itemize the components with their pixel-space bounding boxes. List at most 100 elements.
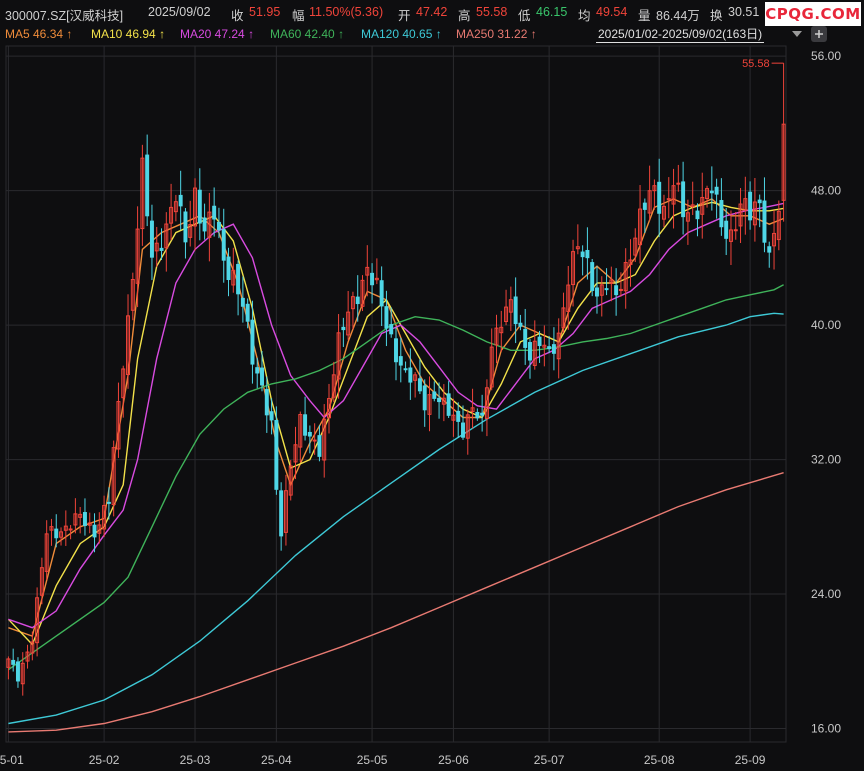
candle-body bbox=[264, 389, 269, 416]
candle-body bbox=[417, 378, 422, 392]
date-range-selector[interactable]: 2025/01/02-2025/09/02(163日) bbox=[596, 25, 765, 43]
candle-body bbox=[212, 205, 217, 220]
candle-body bbox=[274, 420, 279, 490]
y-tick-label: 24.00 bbox=[811, 587, 841, 601]
candle-body bbox=[642, 202, 647, 210]
low-label: 低 bbox=[518, 9, 531, 23]
candle-body bbox=[475, 411, 480, 419]
candle-body bbox=[523, 328, 528, 348]
candle-body bbox=[408, 367, 413, 383]
candle-body bbox=[614, 285, 619, 296]
candle-body bbox=[724, 220, 729, 239]
candle-body bbox=[82, 512, 87, 526]
candle-body bbox=[202, 217, 207, 232]
turn-value: 30.51 bbox=[728, 5, 760, 19]
candle-body bbox=[255, 367, 260, 374]
high-label: 高 bbox=[458, 9, 471, 23]
ma10-legend: MA10 46.94 ↑ bbox=[91, 27, 165, 41]
ma60-arrow-icon: ↑ bbox=[338, 27, 345, 41]
close-label: 收 bbox=[231, 9, 244, 23]
x-tick-label: 25-06 bbox=[438, 753, 469, 767]
quote-header: 300007.SZ[汉威科技] 2025/09/02 收 51.95 幅 11.… bbox=[0, 0, 864, 24]
close-value: 51.95 bbox=[249, 5, 281, 19]
candle-body bbox=[398, 356, 403, 366]
candle-body bbox=[269, 411, 274, 421]
turn-label: 换 bbox=[710, 9, 723, 23]
ma-line-ma10 bbox=[7, 201, 784, 646]
quote-date: 2025/09/02 bbox=[148, 5, 211, 19]
ma5-legend: MA5 46.34 ↑ bbox=[5, 27, 72, 41]
ma120-label: MA120 40.65 bbox=[361, 27, 433, 41]
settings-icon[interactable] bbox=[810, 25, 828, 43]
candle-body bbox=[384, 306, 389, 329]
ma20-label: MA20 47.24 bbox=[180, 27, 245, 41]
watermark-logo: CPQG.COM bbox=[765, 2, 861, 26]
candle-body bbox=[15, 661, 20, 682]
candle-body bbox=[585, 249, 590, 259]
candle-body bbox=[379, 280, 384, 307]
candle-body bbox=[389, 324, 394, 335]
ma120-legend: MA120 40.65 ↑ bbox=[361, 27, 442, 41]
candlestick-chart: 56.0048.0040.0032.0024.0016.00 25-0125-0… bbox=[0, 45, 841, 767]
candle-body bbox=[216, 221, 221, 231]
candle-body bbox=[54, 528, 59, 539]
ma5-label: MA5 46.34 bbox=[5, 27, 64, 41]
amp-label: 幅 bbox=[292, 9, 305, 23]
candle-body bbox=[456, 410, 461, 422]
candle-body bbox=[733, 229, 738, 232]
candle-body bbox=[748, 191, 753, 221]
ma20-arrow-icon: ↑ bbox=[248, 27, 255, 41]
y-tick-label: 48.00 bbox=[811, 184, 841, 198]
candle-body bbox=[226, 256, 231, 281]
candle-body bbox=[341, 326, 346, 331]
candle-body bbox=[446, 393, 451, 416]
candle-body bbox=[714, 186, 719, 195]
amp-value: 11.50%(5.36) bbox=[309, 5, 384, 19]
ma250-label: MA250 31.22 bbox=[456, 27, 528, 41]
vol-value: 86.44万 bbox=[656, 9, 700, 23]
open-label: 开 bbox=[398, 9, 411, 23]
x-tick-label: 25-05 bbox=[357, 753, 388, 767]
candle-body bbox=[480, 412, 485, 416]
moving-average-lines bbox=[7, 198, 784, 733]
candle-body bbox=[594, 287, 599, 297]
candle-body bbox=[68, 528, 73, 531]
ma60-legend: MA60 42.40 ↑ bbox=[270, 27, 344, 41]
x-tick-label: 25-07 bbox=[534, 753, 565, 767]
ma-line-ma250 bbox=[8, 472, 784, 733]
y-tick-label: 56.00 bbox=[811, 49, 841, 63]
candle-body bbox=[303, 414, 308, 436]
ma250-arrow-icon: ↑ bbox=[530, 27, 537, 41]
candle-body bbox=[312, 439, 317, 442]
candle-body bbox=[197, 189, 202, 224]
x-tick-label: 25-02 bbox=[89, 753, 120, 767]
candle-body bbox=[149, 220, 154, 258]
candle-body bbox=[221, 229, 226, 261]
candle-body bbox=[145, 154, 150, 217]
candle-body bbox=[518, 322, 523, 327]
candle-body bbox=[403, 368, 408, 371]
ma250-legend: MA250 31.22 ↑ bbox=[456, 27, 537, 41]
x-tick-label: 25-08 bbox=[644, 753, 675, 767]
x-tick-label: 25-04 bbox=[261, 753, 292, 767]
ma-line-ma5 bbox=[8, 198, 784, 638]
candle-body bbox=[422, 385, 427, 411]
candle-body bbox=[547, 346, 552, 350]
candle-body bbox=[317, 435, 322, 457]
candle-body bbox=[432, 391, 437, 399]
candle-body bbox=[159, 247, 164, 251]
y-axis: 56.00 48.00 40.00 32.00 24.00 16.00 bbox=[811, 49, 841, 735]
candle-body bbox=[394, 338, 398, 363]
candle-body bbox=[580, 251, 585, 258]
candle-body bbox=[437, 397, 442, 403]
candle-body bbox=[236, 263, 241, 295]
ma10-arrow-icon: ↑ bbox=[159, 27, 166, 41]
ma120-arrow-icon: ↑ bbox=[435, 27, 442, 41]
candle-body bbox=[657, 181, 662, 214]
chevron-down-icon[interactable] bbox=[790, 27, 804, 41]
candle-body bbox=[604, 288, 609, 291]
ma-line-ma20 bbox=[8, 202, 784, 629]
candle-body bbox=[513, 296, 518, 325]
x-axis: 25-01 25-02 25-03 25-04 25-05 25-06 25-07 25-08… bbox=[0, 753, 766, 767]
candle-body bbox=[106, 501, 111, 504]
